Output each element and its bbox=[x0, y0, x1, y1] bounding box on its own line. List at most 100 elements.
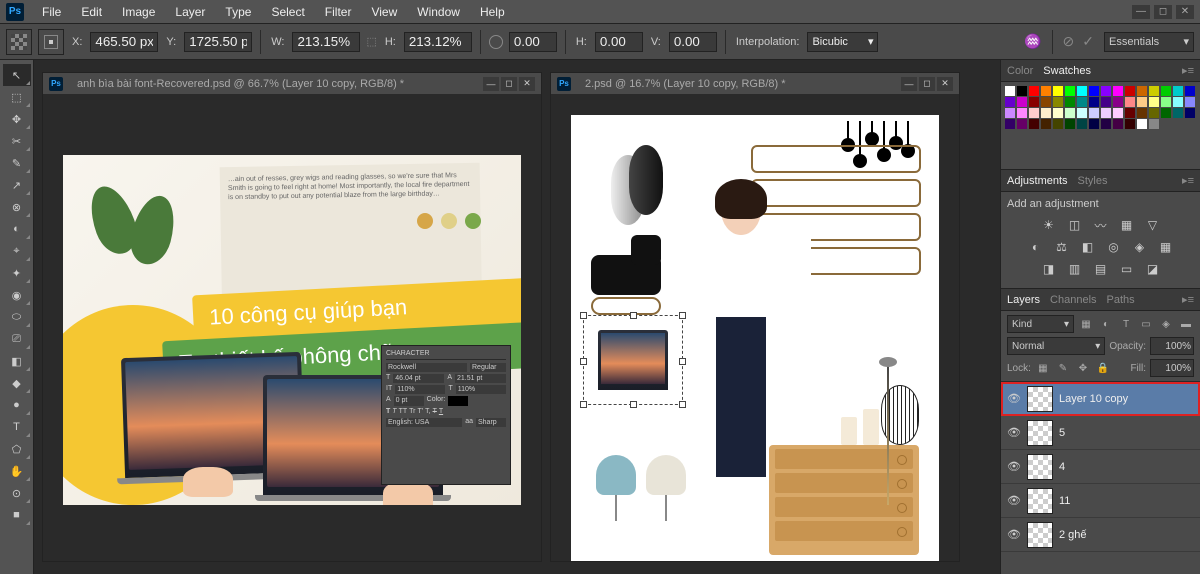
close-button[interactable]: ✕ bbox=[1176, 5, 1194, 19]
visibility-icon[interactable]: 👁 bbox=[1007, 494, 1021, 508]
swatch[interactable] bbox=[1053, 108, 1063, 118]
levels-icon[interactable]: ◫ bbox=[1065, 216, 1085, 234]
blend-mode-select[interactable]: Normal▾ bbox=[1007, 337, 1105, 355]
tool-15[interactable]: ● bbox=[3, 394, 31, 416]
fill-input[interactable]: 100% bbox=[1150, 359, 1194, 377]
swatch[interactable] bbox=[1101, 97, 1111, 107]
layer-thumb[interactable] bbox=[1027, 522, 1053, 548]
link-wh-icon[interactable]: ⬚ bbox=[366, 35, 376, 48]
tool-16[interactable]: T bbox=[3, 416, 31, 438]
swatch[interactable] bbox=[1089, 108, 1099, 118]
swatch[interactable] bbox=[1185, 86, 1195, 96]
swatch[interactable] bbox=[1125, 119, 1135, 129]
swatch[interactable] bbox=[1173, 86, 1183, 96]
layer-row[interactable]: 👁11 bbox=[1001, 484, 1200, 518]
layer-thumb[interactable] bbox=[1027, 454, 1053, 480]
tab-color[interactable]: Color bbox=[1007, 65, 1033, 77]
swatch[interactable] bbox=[1029, 97, 1039, 107]
lookup-icon[interactable]: ▦ bbox=[1156, 238, 1176, 256]
canvas-2[interactable] bbox=[571, 115, 939, 561]
skew-v-input[interactable] bbox=[669, 32, 717, 52]
filter-shape-icon[interactable]: ▭ bbox=[1138, 316, 1154, 332]
swatch[interactable] bbox=[1089, 86, 1099, 96]
swatch[interactable] bbox=[1149, 97, 1159, 107]
threshold-icon[interactable]: ▤ bbox=[1091, 260, 1111, 278]
panel-menu-icon[interactable]: ▸≡ bbox=[1182, 293, 1194, 306]
warp-icon[interactable]: ♒ bbox=[1024, 33, 1041, 50]
swatch[interactable] bbox=[1017, 86, 1027, 96]
tool-9[interactable]: ✦ bbox=[3, 262, 31, 284]
swatch[interactable] bbox=[1137, 119, 1147, 129]
menu-select[interactable]: Select bbox=[261, 5, 314, 19]
menu-file[interactable]: File bbox=[32, 5, 71, 19]
tool-13[interactable]: ◧ bbox=[3, 350, 31, 372]
selective-color-icon[interactable]: ◪ bbox=[1143, 260, 1163, 278]
swatch[interactable] bbox=[1113, 108, 1123, 118]
swatch[interactable] bbox=[1161, 97, 1171, 107]
commit-transform-icon[interactable]: ✓ bbox=[1082, 33, 1094, 50]
swatch[interactable] bbox=[1077, 108, 1087, 118]
doc1-max[interactable]: ◻ bbox=[501, 77, 517, 91]
hue-icon[interactable]: ◐ bbox=[1026, 238, 1046, 256]
tool-11[interactable]: ⬭ bbox=[3, 306, 31, 328]
layer-row[interactable]: 👁2 ghế bbox=[1001, 518, 1200, 552]
swatch[interactable] bbox=[1113, 86, 1123, 96]
swatch[interactable] bbox=[1041, 119, 1051, 129]
photo-filter-icon[interactable]: ◎ bbox=[1104, 238, 1124, 256]
visibility-icon[interactable]: 👁 bbox=[1007, 528, 1021, 542]
swatch[interactable] bbox=[1053, 97, 1063, 107]
transform-origin-icon[interactable] bbox=[6, 29, 32, 55]
swatch[interactable] bbox=[1029, 119, 1039, 129]
brightness-icon[interactable]: ☀ bbox=[1039, 216, 1059, 234]
document-tab-2[interactable]: Ps 2.psd @ 16.7% (Layer 10 copy, RGB/8) … bbox=[551, 73, 959, 95]
swatch[interactable] bbox=[1125, 108, 1135, 118]
vibrance-icon[interactable]: ▽ bbox=[1143, 216, 1163, 234]
swatch[interactable] bbox=[1017, 119, 1027, 129]
tool-14[interactable]: ◆ bbox=[3, 372, 31, 394]
swatch[interactable] bbox=[1089, 97, 1099, 107]
canvas-1[interactable]: …ain out of resses, grey wigs and readin… bbox=[63, 155, 521, 505]
lock-all-icon[interactable]: 🔒 bbox=[1095, 360, 1111, 376]
swatch[interactable] bbox=[1005, 119, 1015, 129]
w-input[interactable] bbox=[292, 32, 360, 52]
layer-thumb[interactable] bbox=[1027, 386, 1053, 412]
restore-button[interactable]: ◻ bbox=[1154, 5, 1172, 19]
tool-5[interactable]: ↗ bbox=[3, 174, 31, 196]
layer-filter-kind[interactable]: Kind▾ bbox=[1007, 315, 1074, 333]
swatch[interactable] bbox=[1173, 97, 1183, 107]
swatch[interactable] bbox=[1065, 86, 1075, 96]
swatch[interactable] bbox=[1173, 108, 1183, 118]
tab-swatches[interactable]: Swatches bbox=[1043, 65, 1091, 77]
tool-10[interactable]: ◉ bbox=[3, 284, 31, 306]
document-tab-1[interactable]: Ps anh bìa bài font-Recovered.psd @ 66.7… bbox=[43, 73, 541, 95]
transform-selection[interactable] bbox=[583, 315, 683, 405]
swatch[interactable] bbox=[1065, 108, 1075, 118]
menu-help[interactable]: Help bbox=[470, 5, 515, 19]
swatch[interactable] bbox=[1185, 97, 1195, 107]
channel-mixer-icon[interactable]: ◈ bbox=[1130, 238, 1150, 256]
tab-adjustments[interactable]: Adjustments bbox=[1007, 175, 1068, 187]
tool-1[interactable]: ⬚ bbox=[3, 86, 31, 108]
tool-19[interactable]: ⊙ bbox=[3, 482, 31, 504]
doc2-close[interactable]: ✕ bbox=[937, 77, 953, 91]
swatch[interactable] bbox=[1125, 97, 1135, 107]
filter-type-icon[interactable]: T bbox=[1118, 316, 1134, 332]
filter-smart-icon[interactable]: ◈ bbox=[1158, 316, 1174, 332]
swatch[interactable] bbox=[1041, 108, 1051, 118]
tab-styles[interactable]: Styles bbox=[1078, 175, 1108, 187]
tool-2[interactable]: ✥ bbox=[3, 108, 31, 130]
swatch[interactable] bbox=[1149, 108, 1159, 118]
menu-edit[interactable]: Edit bbox=[71, 5, 112, 19]
tab-layers[interactable]: Layers bbox=[1007, 294, 1040, 306]
tab-channels[interactable]: Channels bbox=[1050, 294, 1096, 306]
swatch[interactable] bbox=[1101, 119, 1111, 129]
swatch[interactable] bbox=[1053, 86, 1063, 96]
app-logo[interactable]: Ps bbox=[6, 3, 24, 21]
swatch[interactable] bbox=[1077, 86, 1087, 96]
tool-12[interactable]: ⎚ bbox=[3, 328, 31, 350]
layer-thumb[interactable] bbox=[1027, 488, 1053, 514]
swatch[interactable] bbox=[1077, 119, 1087, 129]
swatch[interactable] bbox=[1185, 108, 1195, 118]
filter-pixel-icon[interactable]: ▦ bbox=[1078, 316, 1094, 332]
swatch[interactable] bbox=[1113, 97, 1123, 107]
